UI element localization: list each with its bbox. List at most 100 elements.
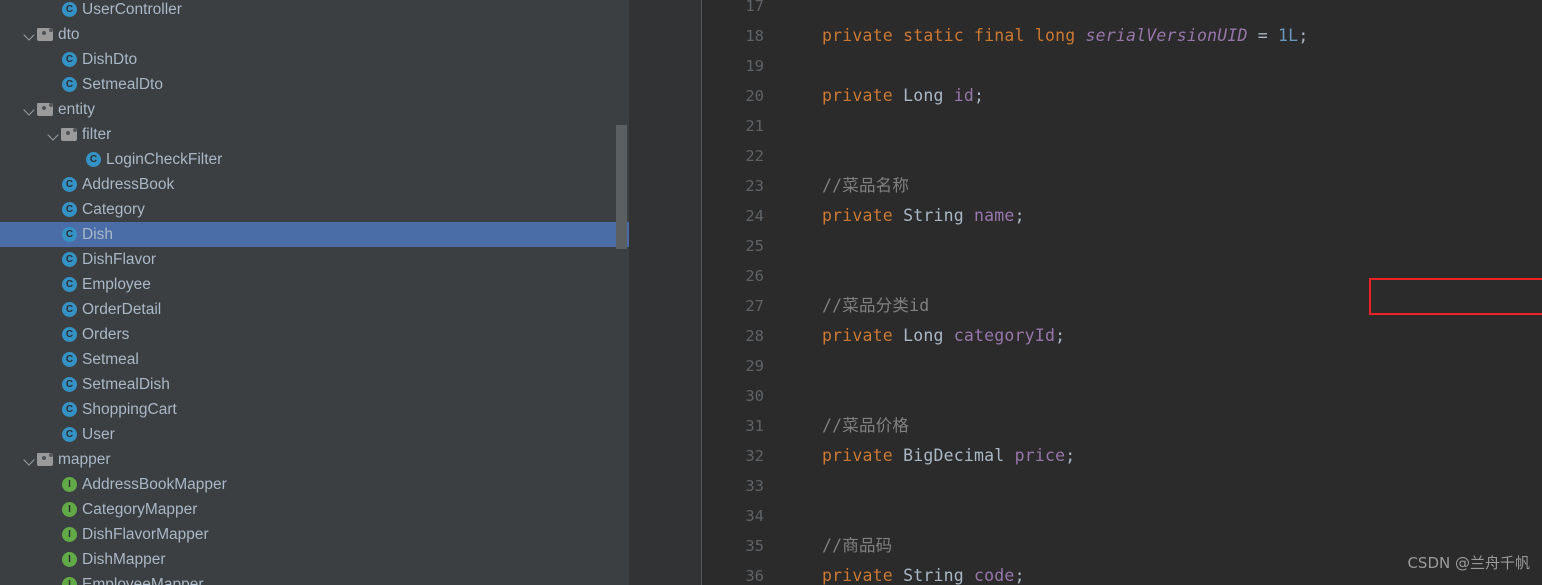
tree-item-user[interactable]: User (0, 422, 629, 447)
folder-icon (37, 447, 54, 472)
java-interface-icon (61, 522, 78, 547)
code-line-text: //菜品名称 (822, 171, 909, 201)
code-line[interactable]: 21 (702, 111, 1542, 141)
tree-item-label: DishFlavor (82, 251, 157, 268)
project-tree[interactable]: UserControllerdto DishDto SetmealDto entity… (0, 0, 629, 585)
code-token: categoryId (953, 326, 1056, 345)
tree-item-filter[interactable]: filter (0, 122, 629, 147)
java-class-icon (61, 0, 78, 22)
tree-item-categorymapper[interactable]: CategoryMapper (0, 497, 629, 522)
chevron-placeholder (48, 522, 61, 547)
code-line[interactable]: 19 (702, 51, 1542, 81)
code-line[interactable]: 17 (702, 0, 1542, 21)
code-line[interactable]: 28 private Long categoryId; (702, 321, 1542, 351)
code-editor[interactable]: 17 18 private static final long serialVers… (629, 0, 1542, 585)
tree-item-addressbook[interactable]: AddressBook (0, 172, 629, 197)
java-interface-icon (61, 572, 78, 585)
tree-item-employeemapper[interactable]: EmployeeMapper (0, 572, 629, 585)
project-tree-scrollbar-thumb[interactable] (616, 125, 627, 249)
code-line[interactable]: 32 private BigDecimal price; (702, 441, 1542, 471)
tree-item-dishmapper[interactable]: DishMapper (0, 547, 629, 572)
tree-item-employee[interactable]: Employee (0, 272, 629, 297)
code-line[interactable]: 31 //菜品价格 (702, 411, 1542, 441)
tree-item-label: AddressBookMapper (82, 476, 227, 493)
java-class-icon (61, 272, 78, 297)
project-tree-panel[interactable]: UserControllerdto DishDto SetmealDto entity… (0, 0, 629, 585)
code-text-area[interactable]: 17 18 private static final long serialVers… (702, 0, 1542, 585)
line-number: 34 (745, 507, 764, 525)
chevron-down-icon[interactable] (24, 22, 37, 47)
chevron-down-icon[interactable] (24, 447, 37, 472)
tree-item-mapper[interactable]: mapper (0, 447, 629, 472)
code-token: serialVersionUID (1085, 26, 1248, 45)
tree-item-label: DishDto (82, 51, 138, 68)
tree-item-dish[interactable]: Dish (0, 222, 629, 247)
code-lines[interactable]: 17 18 private static final long serialVers… (702, 0, 1542, 585)
code-line[interactable]: 23 //菜品名称 (702, 171, 1542, 201)
code-token: BigDecimal (903, 446, 1015, 465)
code-line[interactable]: 18 private static final long serialVersio… (702, 21, 1542, 51)
project-tree-scrollbar-track[interactable] (616, 0, 628, 585)
code-line[interactable]: 22 (702, 141, 1542, 171)
chevron-placeholder (48, 572, 61, 585)
tree-item-dishflavor[interactable]: DishFlavor (0, 247, 629, 272)
line-number: 23 (745, 177, 764, 195)
folder-icon (37, 22, 54, 47)
code-token: private (822, 566, 904, 585)
line-number: 33 (745, 477, 764, 495)
code-line[interactable]: 27 //菜品分类id (702, 291, 1542, 321)
chevron-placeholder (48, 397, 61, 422)
code-token: private (822, 206, 904, 225)
tree-item-shoppingcart[interactable]: ShoppingCart (0, 397, 629, 422)
java-class-icon (61, 222, 78, 247)
code-line[interactable]: 25 (702, 231, 1542, 261)
chevron-placeholder (48, 472, 61, 497)
chevron-down-icon[interactable] (24, 97, 37, 122)
code-line[interactable]: 24 private String name; (702, 201, 1542, 231)
tree-item-label: mapper (58, 451, 111, 468)
chevron-placeholder (48, 547, 61, 572)
line-number-gutter[interactable] (629, 0, 701, 585)
code-token: private static final long (822, 26, 1086, 45)
code-line[interactable]: 30 (702, 381, 1542, 411)
line-number: 30 (745, 387, 764, 405)
java-class-icon (61, 422, 78, 447)
java-interface-icon (61, 497, 78, 522)
tree-item-entity[interactable]: entity (0, 97, 629, 122)
code-token: //菜品分类id (822, 296, 930, 315)
tree-item-label: filter (82, 126, 112, 143)
code-line[interactable]: 33 (702, 471, 1542, 501)
chevron-placeholder (48, 222, 61, 247)
code-line[interactable]: 34 (702, 501, 1542, 531)
tree-item-category[interactable]: Category (0, 197, 629, 222)
line-number: 20 (745, 87, 764, 105)
code-line[interactable]: 20 private Long id; (702, 81, 1542, 111)
tree-item-logincheckfilter[interactable]: LoginCheckFilter (0, 147, 629, 172)
tree-item-setmeal[interactable]: Setmeal (0, 347, 629, 372)
tree-item-label: entity (58, 101, 96, 118)
tree-item-dishflavormapper[interactable]: DishFlavorMapper (0, 522, 629, 547)
line-number: 22 (745, 147, 764, 165)
tree-item-usercontroller[interactable]: UserController (0, 0, 629, 22)
tree-item-orders[interactable]: Orders (0, 322, 629, 347)
tree-item-setmealdto[interactable]: SetmealDto (0, 72, 629, 97)
line-number: 19 (745, 57, 764, 75)
code-line[interactable]: 29 (702, 351, 1542, 381)
tree-item-label: AddressBook (82, 176, 175, 193)
code-line[interactable]: 26 (702, 261, 1542, 291)
tree-item-dto[interactable]: dto (0, 22, 629, 47)
tree-item-addressbookmapper[interactable]: AddressBookMapper (0, 472, 629, 497)
line-number: 36 (745, 567, 764, 585)
tree-item-orderdetail[interactable]: OrderDetail (0, 297, 629, 322)
code-token: String (903, 566, 975, 585)
chevron-placeholder (48, 372, 61, 397)
chevron-placeholder (48, 72, 61, 97)
tree-item-label: DishFlavorMapper (82, 526, 209, 543)
tree-item-label: LoginCheckFilter (106, 151, 223, 168)
tree-item-setmealdish[interactable]: SetmealDish (0, 372, 629, 397)
code-token: code (974, 566, 1015, 585)
line-number: 24 (745, 207, 764, 225)
chevron-down-icon[interactable] (48, 122, 61, 147)
tree-item-dishdto[interactable]: DishDto (0, 47, 629, 72)
tree-item-label: Orders (82, 326, 130, 343)
